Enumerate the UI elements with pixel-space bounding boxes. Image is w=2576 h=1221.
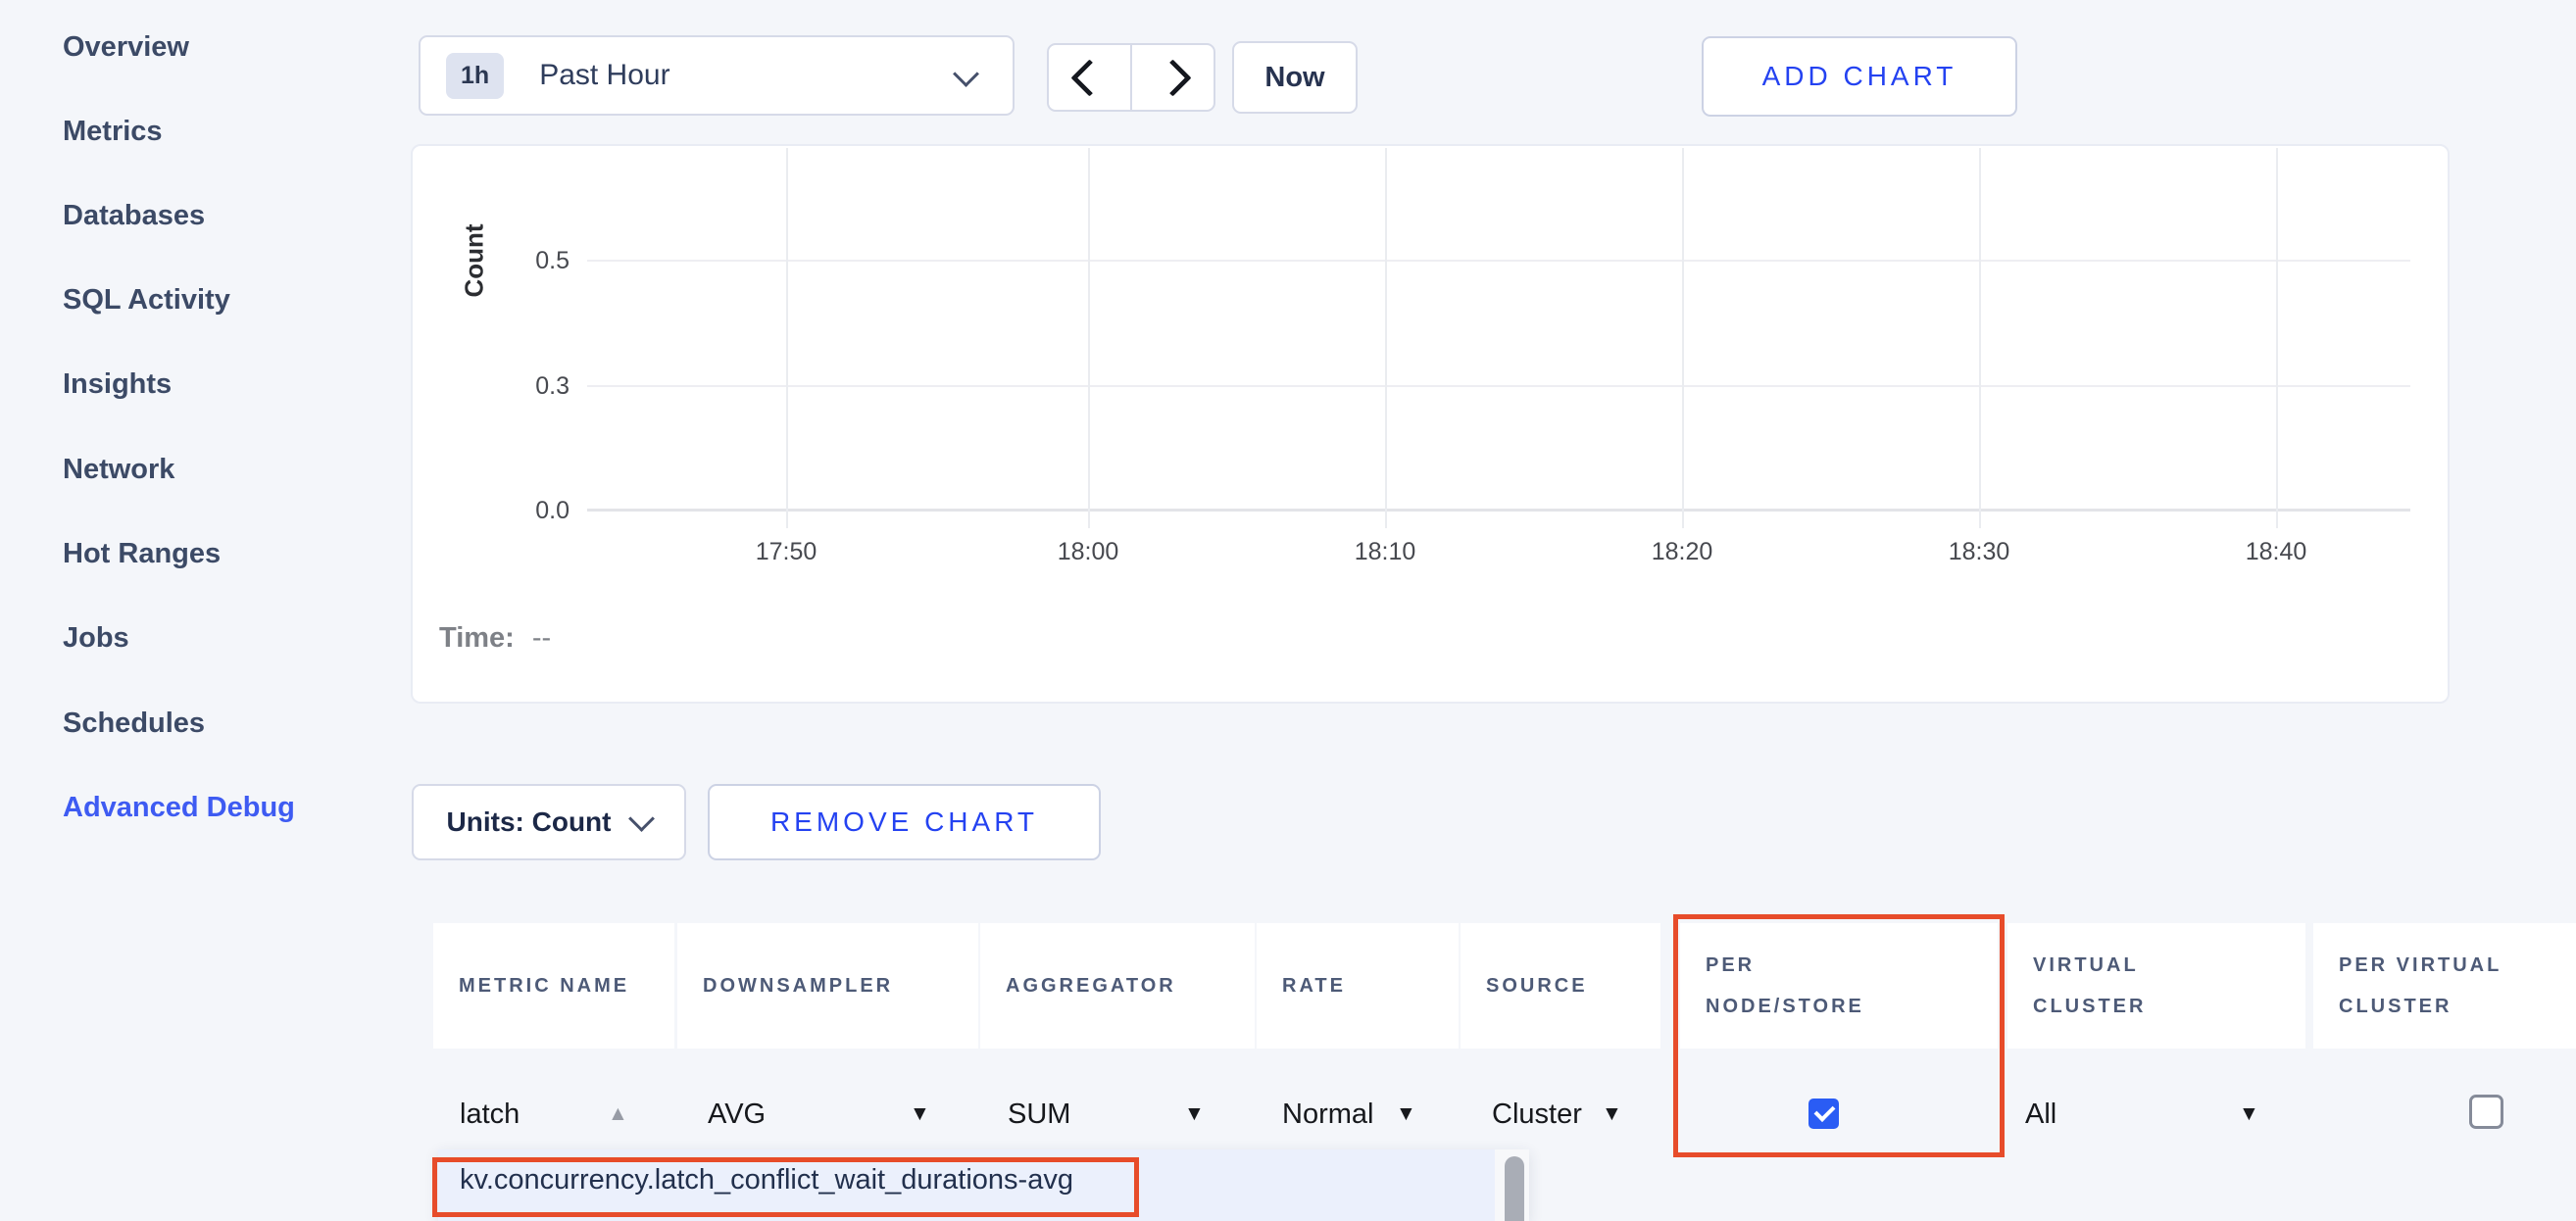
gridline-x-1800 [1088, 148, 1090, 528]
x-tick-label: 18:30 [1920, 538, 2038, 566]
time-range-selector[interactable]: 1h Past Hour [419, 35, 1015, 116]
triangle-down-icon[interactable]: ▼ [1396, 1103, 1416, 1124]
gridline-y-05 [587, 260, 2410, 262]
check-icon [1814, 1100, 1836, 1122]
gridline-x-1830 [1979, 148, 1981, 528]
x-tick-label: 18:40 [2217, 538, 2335, 566]
column-header-label: AGGREGATOR [1006, 965, 1176, 1006]
units-select-label: Units: Count [447, 806, 612, 838]
column-header-label: DOWNSAMPLER [703, 965, 893, 1006]
triangle-down-icon[interactable]: ▼ [910, 1103, 930, 1124]
x-tick-label: 18:20 [1623, 538, 1741, 566]
x-tick-label: 17:50 [727, 538, 845, 566]
add-chart-button[interactable]: ADD CHART [1702, 36, 2017, 117]
autocomplete-option[interactable]: kv.concurrency.latch_conflict_wait_durat… [460, 1164, 1073, 1197]
sidebar-item-advanced-debug[interactable]: Advanced Debug [63, 786, 295, 829]
prev-time-button[interactable] [1049, 45, 1130, 110]
gridline-x-1810 [1385, 148, 1387, 528]
column-header-label: SOURCE [1486, 965, 1588, 1006]
sidebar-item-sql-activity[interactable]: SQL Activity [63, 278, 230, 321]
gridline-y-00 [587, 509, 2410, 512]
time-readout-label: Time: [439, 622, 515, 655]
scrollbar-thumb[interactable] [1505, 1156, 1524, 1221]
triangle-down-icon[interactable]: ▼ [2239, 1103, 2259, 1124]
column-header-virtual-cluster: VIRTUAL CLUSTER [2007, 923, 2305, 1049]
time-window-badge: 1h [446, 53, 504, 99]
column-header-per-node-store: PER NODE/STORE [1680, 923, 1998, 1049]
gridline-x-1840 [2276, 148, 2278, 528]
column-header-label: PER VIRTUAL CLUSTER [2339, 945, 2568, 1027]
y-tick-label: 0.3 [471, 369, 570, 403]
x-tick-label: 18:10 [1326, 538, 1444, 566]
chevron-right-icon [1154, 59, 1191, 96]
gridline-x-1820 [1682, 148, 1684, 528]
gridline-y-03 [587, 385, 2410, 387]
gridline-x-1750 [786, 148, 788, 528]
chevron-left-icon [1070, 59, 1108, 96]
chevron-down-icon [629, 806, 656, 832]
sidebar-item-databases[interactable]: Databases [63, 194, 205, 237]
units-select[interactable]: Units: Count [412, 784, 686, 860]
add-chart-label: ADD CHART [1762, 61, 1957, 92]
triangle-up-icon[interactable]: ▲ [608, 1103, 628, 1124]
chart-panel: Count 0.5 0.3 0.0 17:50 18:00 18:10 18:2… [411, 144, 2450, 704]
y-tick-label: 0.0 [471, 494, 570, 527]
time-pager [1047, 43, 1215, 112]
time-readout-value: -- [532, 622, 551, 655]
column-header-label: VIRTUAL CLUSTER [2033, 945, 2209, 1027]
sidebar-item-overview[interactable]: Overview [63, 25, 189, 69]
per-virtual-cluster-checkbox[interactable] [2469, 1095, 2503, 1129]
now-button[interactable]: Now [1232, 41, 1358, 114]
now-button-label: Now [1264, 62, 1324, 94]
column-header-per-virtual-cluster: PER VIRTUAL CLUSTER [2313, 923, 2576, 1049]
advanced-debug-custom-chart-page: Overview Metrics Databases SQL Activity … [0, 0, 2576, 1221]
hover-time-readout: Time: -- [439, 622, 551, 655]
x-tick-label: 18:00 [1029, 538, 1147, 566]
triangle-down-icon[interactable]: ▼ [1184, 1103, 1205, 1124]
column-header-label: RATE [1282, 965, 1346, 1006]
aggregator-select[interactable]: SUM [1008, 1092, 1070, 1137]
column-header-rate: RATE [1257, 923, 1459, 1049]
y-tick-label: 0.5 [471, 244, 570, 277]
metric-name-input[interactable]: latch [460, 1092, 520, 1137]
column-header-aggregator: AGGREGATOR [980, 923, 1255, 1049]
next-time-button[interactable] [1132, 45, 1214, 110]
remove-chart-button[interactable]: REMOVE CHART [708, 784, 1101, 860]
source-select[interactable]: Cluster [1492, 1092, 1582, 1137]
downsampler-select[interactable]: AVG [708, 1092, 766, 1137]
virtual-cluster-select[interactable]: All [2025, 1092, 2056, 1137]
column-header-downsampler: DOWNSAMPLER [677, 923, 978, 1049]
triangle-down-icon[interactable]: ▼ [1602, 1103, 1622, 1124]
column-header-metric-name: METRIC NAME [433, 923, 674, 1049]
per-node-store-checkbox[interactable] [1808, 1099, 1839, 1129]
sidebar-item-hot-ranges[interactable]: Hot Ranges [63, 532, 221, 575]
column-header-source: SOURCE [1461, 923, 1660, 1049]
sidebar-item-metrics[interactable]: Metrics [63, 110, 163, 153]
sidebar-item-jobs[interactable]: Jobs [63, 616, 129, 659]
remove-chart-label: REMOVE CHART [770, 806, 1038, 838]
sidebar-item-network[interactable]: Network [63, 448, 174, 491]
sidebar-item-schedules[interactable]: Schedules [63, 702, 205, 745]
column-header-label: METRIC NAME [459, 965, 629, 1006]
metric-autocomplete-dropdown: kv.concurrency.latch_conflict_wait_durat… [438, 1149, 1529, 1221]
sidebar-item-insights[interactable]: Insights [63, 363, 172, 406]
chevron-down-icon [953, 61, 979, 87]
time-window-label: Past Hour [539, 59, 669, 92]
column-header-label: PER NODE/STORE [1706, 945, 1921, 1027]
rate-select[interactable]: Normal [1282, 1092, 1373, 1137]
